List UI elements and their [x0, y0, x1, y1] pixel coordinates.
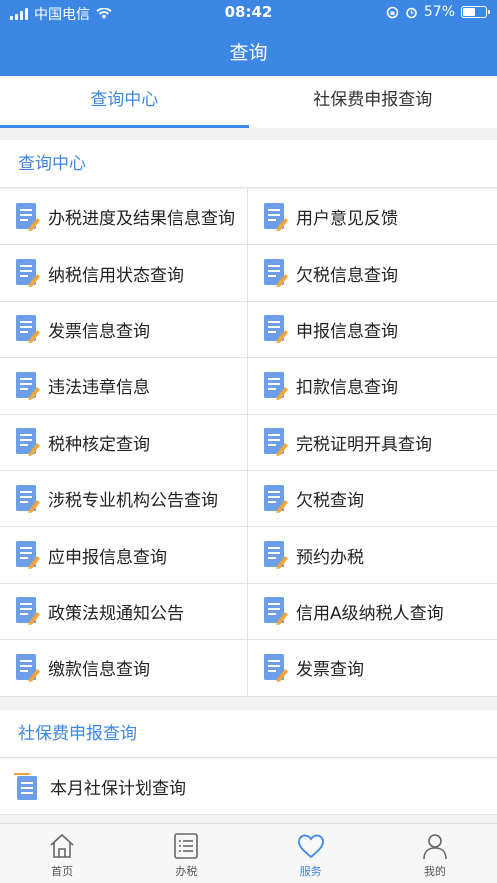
document-edit-icon [16, 371, 40, 400]
tab-service[interactable]: 服务 [249, 824, 373, 883]
tab-bar-top: 查询中心 社保费申报查询 [0, 76, 497, 128]
battery-icon [461, 6, 490, 18]
query-item-label: 发票信息查询 [48, 321, 150, 342]
document-edit-icon [264, 484, 288, 513]
query-item[interactable]: 申报信息查询 [248, 302, 497, 359]
query-item[interactable]: 涉税专业机构公告查询 [0, 470, 248, 528]
document-edit-icon [264, 653, 288, 682]
query-item[interactable]: 扣款信息查询 [248, 358, 497, 415]
document-edit-icon [16, 428, 40, 457]
document-edit-icon [16, 484, 40, 513]
query-item-label: 发票查询 [296, 660, 364, 681]
list-icon [174, 833, 199, 859]
query-item[interactable]: 政策法规通知公告 [0, 583, 248, 641]
query-item-label: 信用A级纳税人查询 [296, 603, 444, 624]
document-edit-icon [16, 653, 40, 682]
query-item-label: 政策法规通知公告 [48, 603, 184, 624]
app-header: 中国电信 08:42 57% 查询 [0, 0, 497, 76]
query-item[interactable]: 欠税信息查询 [248, 245, 497, 302]
query-item[interactable]: 用户意见反馈 [248, 189, 497, 246]
query-item[interactable]: 缴款信息查询 [0, 640, 248, 697]
document-icon [14, 772, 37, 800]
document-edit-icon [264, 428, 288, 457]
query-item[interactable]: 违法违章信息 [0, 358, 248, 415]
query-item-label: 违法违章信息 [48, 378, 150, 399]
query-item[interactable]: 纳税信用状态查询 [0, 245, 248, 302]
query-item[interactable]: 税种核定查询 [0, 414, 248, 471]
status-bar: 中国电信 08:42 57% [0, 0, 497, 26]
document-edit-icon [264, 597, 288, 626]
document-edit-icon [264, 259, 288, 288]
bottom-tab-bar: 首页 办税 服务 我的 [0, 823, 497, 883]
document-edit-icon [16, 597, 40, 626]
home-icon [50, 833, 74, 858]
document-edit-icon [16, 541, 40, 570]
query-item-label: 应申报信息查询 [48, 547, 167, 568]
tab-mine[interactable]: 我的 [373, 824, 497, 883]
alarm-icon [406, 7, 417, 18]
query-item-label: 预约办税 [296, 547, 364, 568]
query-item[interactable]: 信用A级纳税人查询 [248, 584, 497, 641]
document-edit-icon [16, 202, 40, 231]
document-edit-icon [264, 371, 288, 400]
document-edit-icon [16, 259, 40, 288]
tab-query-center[interactable]: 查询中心 [0, 76, 249, 128]
tab-tax[interactable]: 办税 [124, 824, 248, 883]
query-item-label: 欠税信息查询 [296, 265, 398, 286]
query-item[interactable]: 办税进度及结果信息查询 [0, 189, 248, 246]
orientation-lock-icon [386, 6, 399, 18]
battery-percent: 57% [423, 4, 455, 20]
section-title-social-security: 社保费申报查询 [0, 710, 497, 758]
document-edit-icon [264, 541, 288, 570]
list-item-label: 本月社保计划查询 [50, 779, 186, 799]
query-item-label: 扣款信息查询 [296, 378, 398, 399]
query-item[interactable]: 欠税查询 [248, 471, 497, 528]
query-item[interactable]: 预约办税 [248, 527, 497, 584]
query-item-label: 完税证明开具查询 [296, 434, 432, 455]
tab-home[interactable]: 首页 [0, 824, 124, 883]
query-item-label: 欠税查询 [296, 491, 364, 512]
query-item[interactable]: 发票信息查询 [0, 301, 248, 359]
document-edit-icon [264, 315, 288, 344]
heart-icon [297, 834, 324, 859]
query-item-label: 税种核定查询 [48, 434, 150, 455]
query-item[interactable]: 发票查询 [248, 640, 497, 697]
query-item-label: 用户意见反馈 [296, 209, 398, 230]
query-grid: 办税进度及结果信息查询 用户意见反馈纳税信用状态查询 欠税信息查询发票信息查询 申报信… [0, 189, 497, 697]
document-edit-icon [264, 202, 288, 231]
query-item-label: 办税进度及结果信息查询 [48, 209, 235, 230]
query-item-label: 涉税专业机构公告查询 [48, 491, 218, 512]
list-item-monthly-social-plan[interactable]: 本月社保计划查询 [0, 759, 497, 815]
query-item[interactable]: 完税证明开具查询 [248, 415, 497, 471]
section-title-query-center: 查询中心 [0, 140, 497, 188]
query-item-label: 纳税信用状态查询 [48, 265, 184, 286]
page-title: 查询 [229, 42, 268, 64]
document-edit-icon [16, 315, 40, 344]
query-item-label: 申报信息查询 [296, 321, 398, 342]
user-icon [423, 834, 447, 860]
tab-social-security-query[interactable]: 社保费申报查询 [249, 76, 497, 128]
query-item-label: 缴款信息查询 [48, 660, 150, 681]
query-item[interactable]: 应申报信息查询 [0, 527, 248, 584]
